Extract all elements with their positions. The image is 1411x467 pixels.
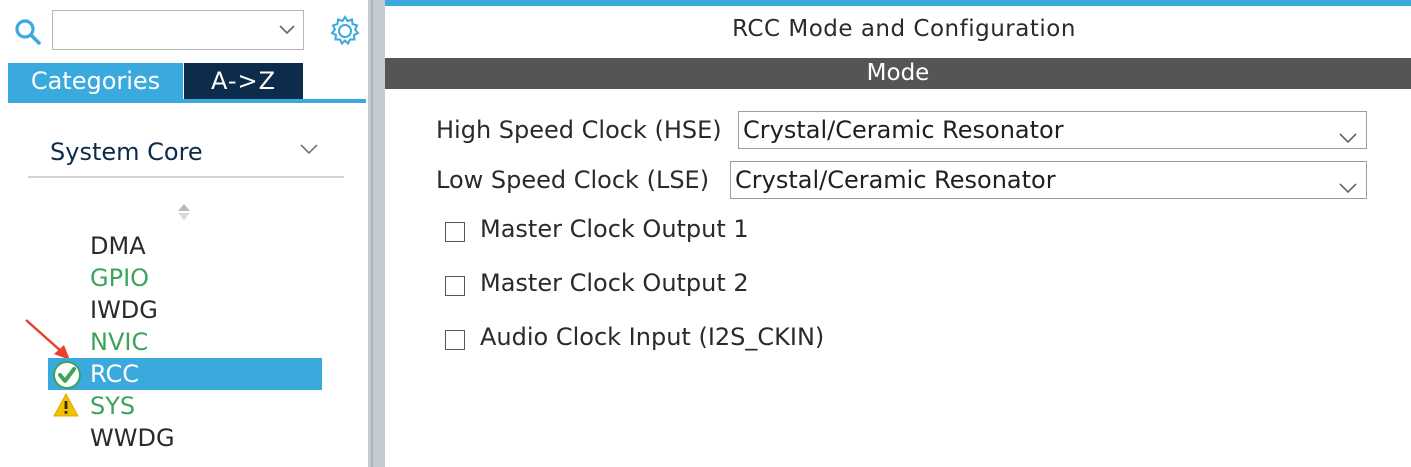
- category-select[interactable]: System Core: [28, 126, 344, 178]
- sort-icon[interactable]: [176, 202, 192, 222]
- master-clock-output-1-checkbox[interactable]: [445, 222, 465, 242]
- tab-a-to-z[interactable]: A->Z: [184, 63, 303, 99]
- panel-splitter[interactable]: [368, 0, 385, 467]
- tab-categories[interactable]: Categories: [8, 63, 183, 99]
- hse-select[interactable]: Crystal/Ceramic Resonator: [738, 111, 1367, 149]
- list-item-nvic[interactable]: NVIC: [48, 326, 322, 358]
- search-icon[interactable]: [14, 18, 44, 52]
- lse-select[interactable]: Crystal/Ceramic Resonator: [730, 161, 1367, 199]
- list-item-label: WWDG: [90, 424, 175, 452]
- list-item-label: GPIO: [90, 264, 150, 292]
- lse-label: Low Speed Clock (LSE): [436, 166, 710, 194]
- checkbox-label: Master Clock Output 1: [480, 215, 749, 243]
- chevron-down-icon[interactable]: [1338, 171, 1358, 207]
- chevron-down-icon[interactable]: [298, 138, 320, 164]
- page-title: RCC Mode and Configuration: [732, 16, 1076, 42]
- hse-select-value: Crystal/Ceramic Resonator: [743, 116, 1064, 144]
- list-item-iwdg[interactable]: IWDG: [48, 294, 322, 326]
- view-tabs: Categories A->Z: [8, 63, 366, 99]
- checkbox-label: Audio Clock Input (I2S_CKIN): [480, 323, 825, 351]
- audio-clock-input-checkbox[interactable]: [445, 330, 465, 350]
- list-item-dma[interactable]: DMA: [48, 230, 322, 262]
- lse-select-value: Crystal/Ceramic Resonator: [735, 166, 1056, 194]
- left-panel: Categories A->Z System Core DMA GPIO IWD…: [0, 0, 368, 467]
- right-panel: RCC Mode and Configuration Mode High Spe…: [385, 0, 1411, 467]
- tab-underline: [8, 99, 366, 103]
- list-item-sys[interactable]: SYS: [48, 390, 322, 422]
- list-item-gpio[interactable]: GPIO: [48, 262, 322, 294]
- list-item-label: IWDG: [90, 296, 158, 324]
- search-input[interactable]: [52, 10, 304, 50]
- list-item-label: DMA: [90, 232, 146, 260]
- list-item-wwdg[interactable]: WWDG: [48, 422, 322, 454]
- list-item-label: NVIC: [90, 328, 149, 356]
- chevron-down-icon[interactable]: [277, 19, 297, 43]
- category-select-value: System Core: [50, 138, 203, 166]
- gear-icon[interactable]: [328, 14, 362, 52]
- top-accent-strip: [385, 0, 1411, 6]
- hse-label: High Speed Clock (HSE): [436, 116, 722, 144]
- chevron-down-icon[interactable]: [1338, 121, 1358, 157]
- warning-icon: [52, 392, 80, 426]
- list-item-rcc[interactable]: RCC: [48, 358, 322, 390]
- list-item-label: RCC: [90, 360, 139, 388]
- mode-section-header: Mode: [385, 58, 1411, 89]
- list-item-label: SYS: [90, 392, 136, 420]
- checkbox-label: Master Clock Output 2: [480, 269, 749, 297]
- master-clock-output-2-checkbox[interactable]: [445, 276, 465, 296]
